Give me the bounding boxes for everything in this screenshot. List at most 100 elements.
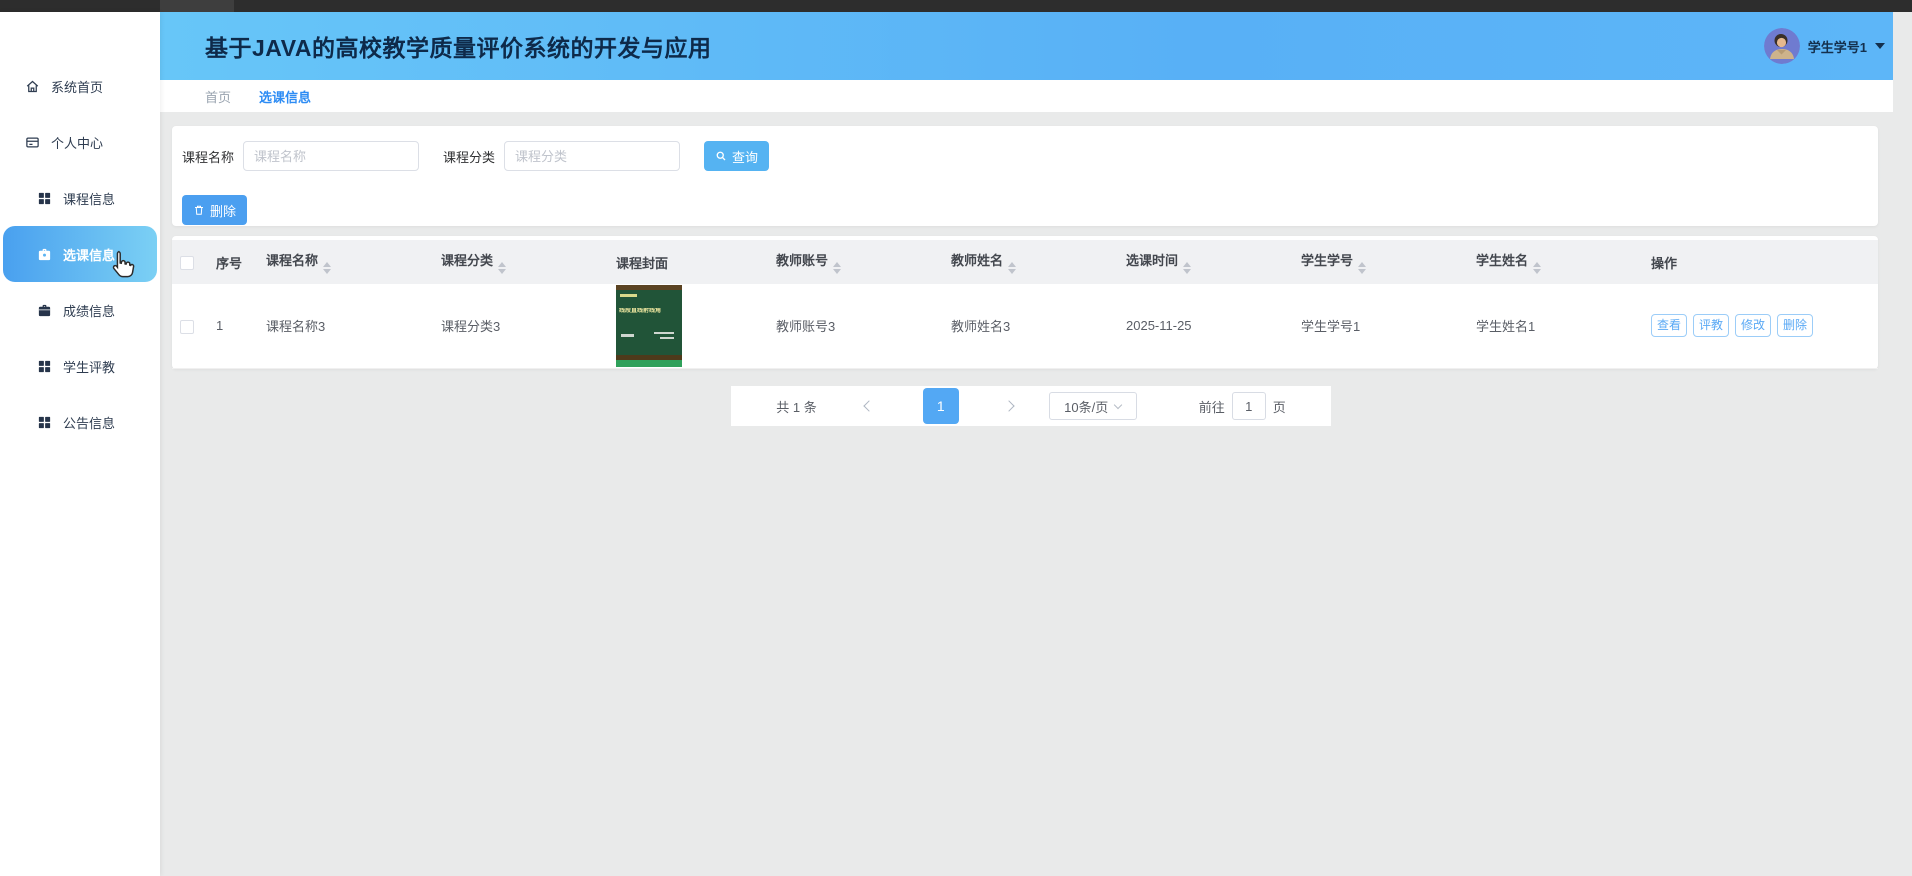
page-size-value: 10条/页 [1064,397,1108,416]
sidebar-item-course-info[interactable]: 课程信息 [0,170,160,226]
pagination: 共 1 条 1 10条/页 前往 页 [731,386,1331,426]
cell-course-name: 课程名称3 [256,284,431,368]
column-label: 学生学号 [1301,253,1353,268]
sidebar-item-course-selection[interactable]: 选课信息 [3,226,157,282]
th-actions: 操作 [1641,240,1878,284]
profile-card-icon [25,135,40,150]
goto-page-input[interactable] [1232,392,1266,420]
column-label: 课程分类 [441,253,493,268]
column-label: 操作 [1651,256,1677,271]
grid-icon [37,415,52,430]
user-menu[interactable]: 学生学号1 [1764,28,1885,64]
breadcrumb-current[interactable]: 选课信息 [259,87,311,106]
th-teacher-name: 教师姓名 [941,240,1116,284]
edit-button[interactable]: 修改 [1735,314,1771,337]
th-course-category: 课程分类 [431,240,606,284]
filter-card: 课程名称 课程分类 查询 删除 [172,126,1878,226]
window-titlebar [0,0,1912,12]
sort-caret-icon[interactable] [1533,262,1541,274]
course-name-input[interactable] [243,141,419,171]
sidebar-item-personal-center[interactable]: 个人中心 [0,114,160,170]
view-button[interactable]: 查看 [1651,314,1687,337]
sidebar-item-label: 系统首页 [51,77,103,96]
evaluate-button[interactable]: 评教 [1693,314,1729,337]
sort-caret-icon[interactable] [323,262,331,274]
column-label: 教师姓名 [951,253,1003,268]
cell-actions: 查看评教修改删除 [1641,284,1878,368]
sidebar-item-label: 个人中心 [51,133,103,152]
search-button[interactable]: 查询 [704,141,769,171]
page-number-button[interactable]: 1 [923,388,959,424]
cell-select-time: 2025-11-25 [1116,284,1291,368]
th-teacher-account: 教师账号 [766,240,941,284]
grid-icon [37,359,52,374]
course-category-label: 课程分类 [443,147,495,166]
breadcrumb-home[interactable]: 首页 [205,87,231,106]
sidebar-item-student-evaluation[interactable]: 学生评教 [0,338,160,394]
th-student-id: 学生学号 [1291,240,1466,284]
breadcrumb: 首页 选课信息 [160,80,1893,112]
sidebar-item-label: 课程信息 [63,189,115,208]
bulk-delete-button[interactable]: 删除 [182,195,247,225]
prev-page-icon[interactable] [863,400,874,411]
cell-index: 1 [206,284,256,368]
cell-course-category: 课程分类3 [431,284,606,368]
th-course-name: 课程名称 [256,240,431,284]
magnifier-icon [715,150,727,162]
sidebar-item-system-home[interactable]: 系统首页 [0,58,160,114]
user-avatar[interactable] [1764,28,1800,64]
th-course-cover: 课程封面 [606,240,766,284]
user-name: 学生学号1 [1808,37,1867,56]
sidebar-item-label: 公告信息 [63,413,115,432]
goto-label: 前往 [1199,397,1225,416]
cell-student-name: 学生姓名1 [1466,284,1641,368]
page-title: 基于JAVA的高校教学质量评价系统的开发与应用 [205,29,711,63]
table-header-row: 序号 课程名称 课程分类 课程封面 教师账号 教师姓名 选课时间 学生学号 学生… [172,240,1878,284]
delete-row-button[interactable]: 删除 [1777,314,1813,337]
course-selection-table-card: 序号 课程名称 课程分类 课程封面 教师账号 教师姓名 选课时间 学生学号 学生… [172,236,1878,369]
sort-caret-icon[interactable] [833,262,841,274]
cell-student-id: 学生学号1 [1291,284,1466,368]
sidebar-item-grade-info[interactable]: 成绩信息 [0,282,160,338]
column-label: 选课时间 [1126,253,1178,268]
cell-teacher-account: 教师账号3 [766,284,941,368]
course-selection-table: 序号 课程名称 课程分类 课程封面 教师账号 教师姓名 选课时间 学生学号 学生… [172,240,1878,369]
sort-caret-icon[interactable] [1183,262,1191,274]
column-label: 序号 [216,256,242,271]
column-label: 教师账号 [776,253,828,268]
sort-caret-icon[interactable] [498,262,506,274]
course-cover-image[interactable]: 线段直线射线角 [616,285,682,367]
th-student-name: 学生姓名 [1466,240,1641,284]
row-checkbox[interactable] [180,320,194,334]
course-category-input[interactable] [504,141,680,171]
cover-title-text: 线段直线射线角 [619,308,680,315]
goto-suffix: 页 [1273,397,1286,416]
sort-caret-icon[interactable] [1358,262,1366,274]
cell-course-cover: 线段直线射线角 [606,284,766,368]
th-select-time: 选课时间 [1116,240,1291,284]
sidebar-item-label: 成绩信息 [63,301,115,320]
delete-button-label: 删除 [210,201,236,220]
briefcase-icon [37,247,52,262]
sort-caret-icon[interactable] [1008,262,1016,274]
filter-row: 课程名称 课程分类 查询 [182,141,1868,171]
chevron-down-icon [1875,43,1885,54]
course-name-label: 课程名称 [182,147,234,166]
sidebar-item-label: 选课信息 [63,245,115,264]
search-button-label: 查询 [732,147,758,166]
home-icon [25,79,40,94]
sidebar-item-announcement-info[interactable]: 公告信息 [0,394,160,450]
grid-icon [37,191,52,206]
titlebar-tab-hint [160,0,234,12]
pagination-total: 共 1 条 [776,397,816,416]
chevron-down-icon [1114,400,1122,408]
column-label: 学生姓名 [1476,253,1528,268]
next-page-icon[interactable] [1003,400,1014,411]
select-all-checkbox[interactable] [180,256,194,270]
briefcase-icon [37,303,52,318]
page-size-select[interactable]: 10条/页 [1049,392,1137,420]
app-header: 基于JAVA的高校教学质量评价系统的开发与应用 学生学号1 [160,12,1893,80]
column-label: 课程封面 [616,256,668,271]
goto-page-group: 前往 页 [1199,392,1286,420]
column-label: 课程名称 [266,253,318,268]
